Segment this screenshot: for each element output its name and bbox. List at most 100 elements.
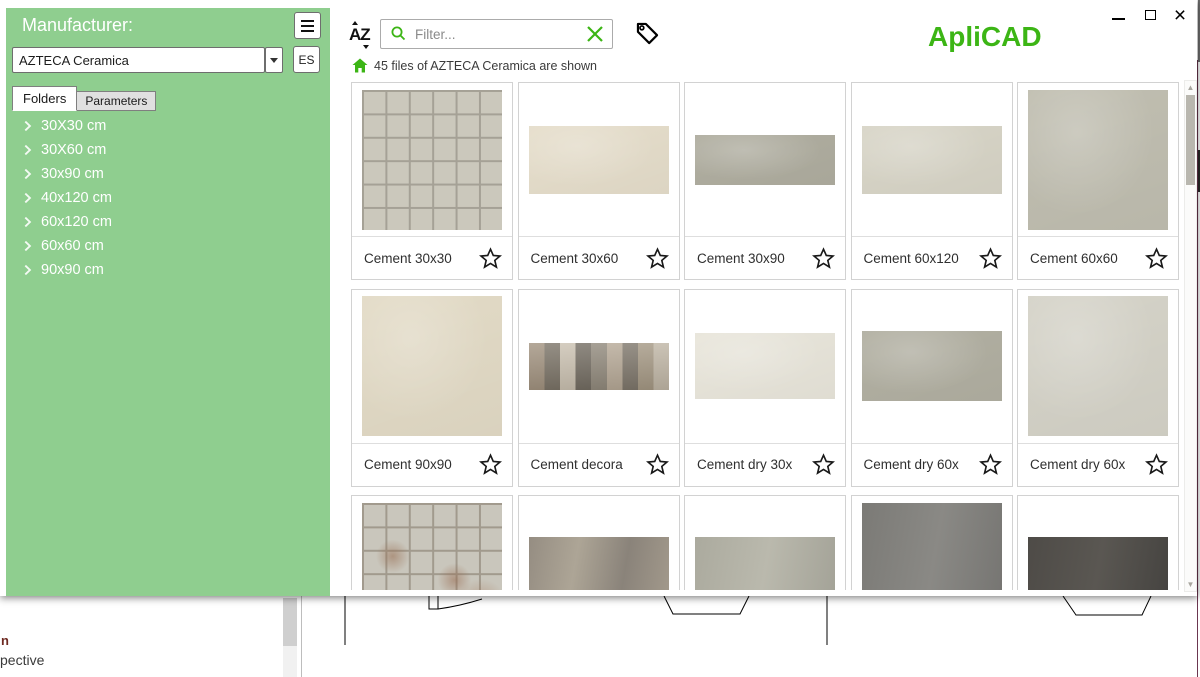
folder-label: 60x120 cm [41,214,112,230]
sidebar-folder-item[interactable]: 40x120 cm [6,186,330,210]
favorite-star-icon[interactable] [479,453,502,476]
background-scrollbar-thumb[interactable] [283,598,297,646]
status-bar: 45 files of AZTECA Ceramica are shown [352,58,597,73]
background-text-fragment: n [1,633,9,648]
tile-label: Cement dry 30x [697,457,792,472]
tile-image [529,126,669,194]
tile-card[interactable]: Cement 30x90 [684,82,846,280]
tile-label: Cement 30x30 [364,251,452,266]
favorite-star-icon[interactable] [812,247,835,270]
chevron-right-icon [22,168,33,180]
folder-label: 30x90 cm [41,166,104,182]
sidebar: Manufacturer: ES Folders Parameters 30X3… [6,8,330,596]
tile-image [862,503,1002,591]
tile-card[interactable]: Cement 60x120 [851,82,1013,280]
tile-label: Cement 30x60 [531,251,619,266]
tile-card[interactable]: Cement decora [518,289,680,487]
background-scrollbar[interactable] [283,598,297,677]
tile-label: Cement dry 60x [864,457,959,472]
hamburger-icon [301,20,314,22]
tag-icon [634,20,661,47]
tile-image [1028,537,1168,591]
tile-card[interactable]: Cement 30x30 [351,82,513,280]
tile-card[interactable]: Cement dry 60x [851,289,1013,487]
chevron-right-icon [22,192,33,204]
favorite-star-icon[interactable] [646,247,669,270]
tile-card[interactable]: Cement 30x60 [518,82,680,280]
scroll-down-arrow-icon[interactable]: ▼ [1185,580,1196,589]
tile-card[interactable] [518,495,680,590]
tile-label: Cement 90x90 [364,457,452,472]
favorite-star-icon[interactable] [812,453,835,476]
scroll-up-arrow-icon[interactable]: ▲ [1185,83,1196,92]
maximize-button[interactable] [1138,4,1162,26]
favorite-star-icon[interactable] [479,247,502,270]
folder-label: 30X30 cm [41,118,106,134]
minimize-icon [1112,18,1125,20]
tile-label: Cement 60x60 [1030,251,1118,266]
sidebar-tabs: Folders Parameters [12,87,156,111]
manufacturer-dropdown-button[interactable] [265,47,283,73]
tile-image [362,296,502,436]
close-button[interactable]: × [1168,4,1192,26]
folder-label: 60x60 cm [41,238,104,254]
chevron-right-icon [22,144,33,156]
favorite-star-icon[interactable] [646,453,669,476]
maximize-icon [1145,10,1156,20]
minimize-button[interactable] [1106,4,1130,26]
tile-image [1028,90,1168,230]
tile-grid: Cement 30x30 Cement 30x60 Cement 30x90 [351,82,1181,590]
sidebar-folder-item[interactable]: 30X30 cm [6,114,330,138]
sort-down-arrow-icon [363,45,369,49]
tile-image [862,331,1002,401]
grid-scrollbar-thumb[interactable] [1186,95,1195,185]
manufacturer-combobox[interactable] [12,47,265,73]
sidebar-folder-item[interactable]: 30x90 cm [6,162,330,186]
tile-image [1028,296,1168,436]
aplicad-logo: ApliCAD [928,21,1042,53]
favorite-star-icon[interactable] [1145,247,1168,270]
chevron-right-icon [22,240,33,252]
tile-image [862,126,1002,194]
tile-image [362,90,502,230]
tile-image [695,537,835,591]
tile-card[interactable] [684,495,846,590]
folder-label: 40x120 cm [41,190,112,206]
tile-image [529,537,669,591]
tags-button[interactable] [634,20,661,47]
tile-card[interactable] [851,495,1013,590]
tile-image [695,333,835,399]
tile-label: Cement decora [531,457,623,472]
tile-card[interactable]: Cement 90x90 [351,289,513,487]
sort-az-button[interactable]: AZ [347,21,377,49]
folder-label: 90x90 cm [41,262,104,278]
tile-label: Cement dry 60x [1030,457,1125,472]
close-icon: × [1174,5,1186,26]
tile-card[interactable] [351,495,513,590]
chevron-right-icon [22,264,33,276]
tile-image [362,503,502,591]
background-panel-divider [301,596,302,677]
tile-card[interactable] [1017,495,1179,590]
language-button[interactable]: ES [293,46,320,73]
tile-card[interactable]: Cement dry 60x [1017,289,1179,487]
sidebar-folder-item[interactable]: 90x90 cm [6,258,330,282]
favorite-star-icon[interactable] [979,453,1002,476]
menu-button[interactable] [294,12,321,39]
sidebar-folder-item[interactable]: 30X60 cm [6,138,330,162]
close-icon [586,25,604,43]
chevron-right-icon [22,120,33,132]
sidebar-folder-item[interactable]: 60x60 cm [6,234,330,258]
filter-input[interactable] [409,27,586,42]
tab-parameters[interactable]: Parameters [76,91,156,111]
sidebar-folder-item[interactable]: 60x120 cm [6,210,330,234]
tile-image [529,343,669,390]
tile-card[interactable]: Cement dry 30x [684,289,846,487]
grid-scrollbar[interactable]: ▲ ▼ [1184,80,1197,592]
favorite-star-icon[interactable] [1145,453,1168,476]
clear-filter-button[interactable] [586,25,604,43]
home-icon [352,58,368,73]
favorite-star-icon[interactable] [979,247,1002,270]
tab-folders[interactable]: Folders [12,86,77,111]
tile-card[interactable]: Cement 60x60 [1017,82,1179,280]
